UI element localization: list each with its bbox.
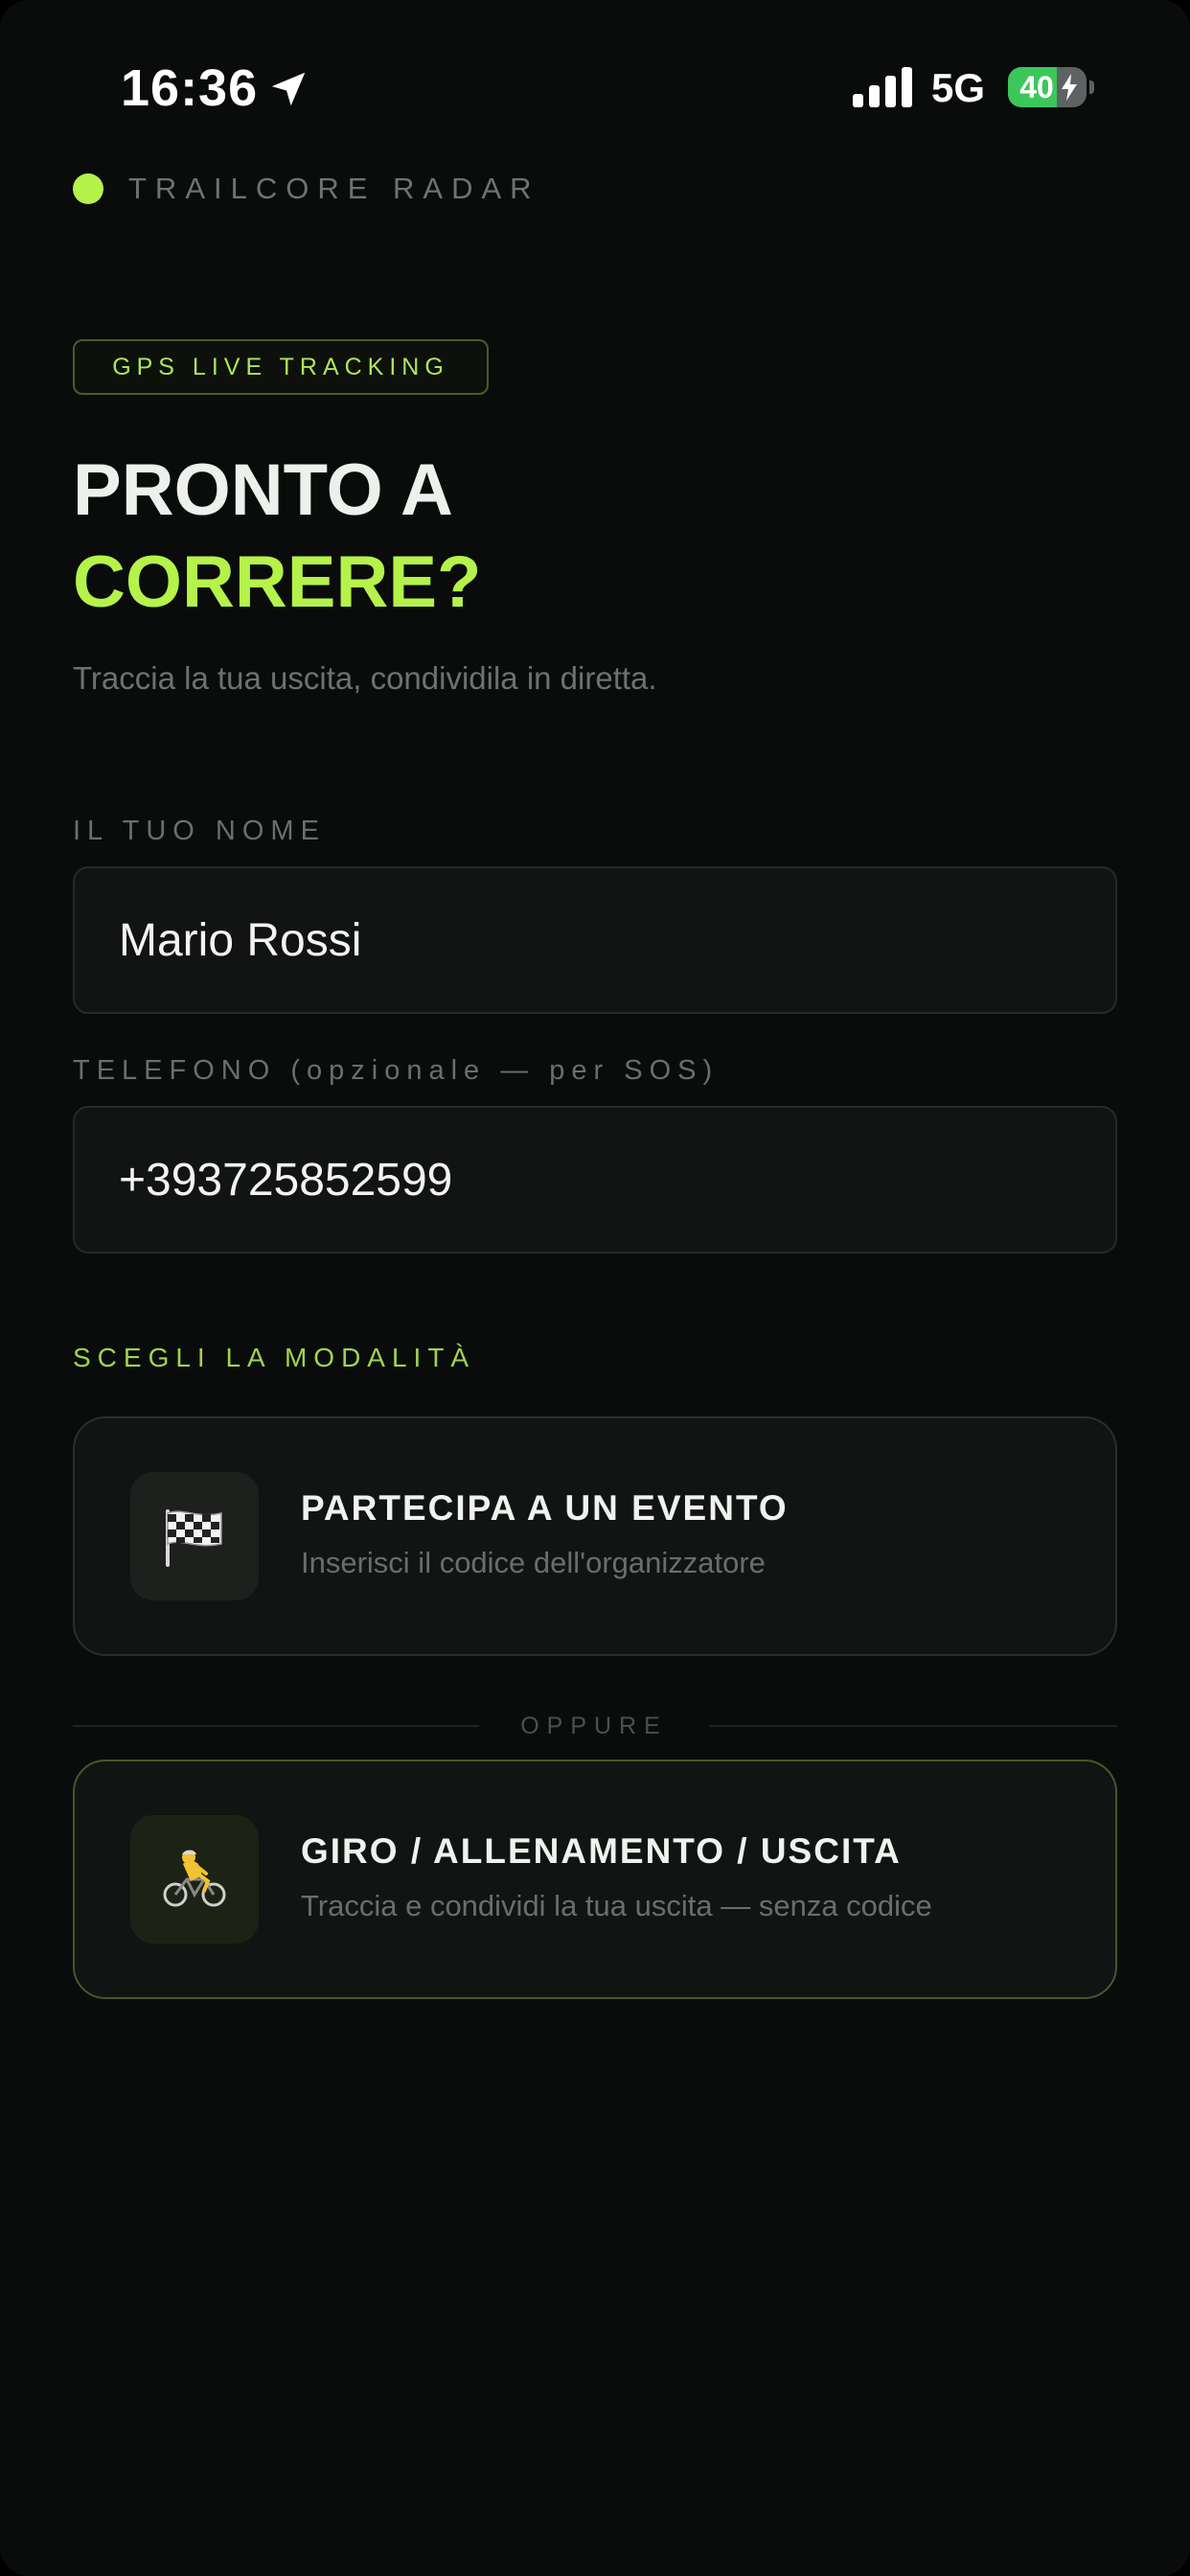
free-ride-description: Traccia e condividi la tua uscita — senz…	[301, 1889, 932, 1922]
page-title-line-2: CORRERE?	[73, 541, 482, 623]
cellular-signal-icon	[853, 67, 912, 107]
divider-label: OPPURE	[520, 1713, 668, 1739]
divider-line-left	[73, 1725, 479, 1727]
page-title-line-1: PRONTO A	[73, 449, 453, 531]
name-label: IL TUO NOME	[73, 816, 326, 846]
free-ride-card[interactable]: GIRO / ALLENAMENTO / USCITA Traccia e co…	[73, 1760, 1117, 1999]
bolt-icon	[1062, 74, 1077, 101]
battery-indicator: 40	[1008, 67, 1087, 107]
join-event-description: Inserisci il codice dell'organizzatore	[301, 1546, 766, 1579]
cyclist-icon	[163, 1850, 226, 1907]
ride-icon-box	[130, 1815, 259, 1944]
mode-section-label: SCEGLI LA MODALITÀ	[73, 1343, 476, 1372]
battery-cap	[1089, 80, 1094, 94]
checkered-flag-icon	[166, 1509, 222, 1567]
gps-tracking-badge: GPS LIVE TRACKING	[73, 339, 489, 395]
join-event-title: PARTECIPA A UN EVENTO	[301, 1488, 789, 1528]
status-time: 16:36	[121, 59, 259, 117]
location-arrow-icon	[271, 72, 306, 106]
join-event-card[interactable]: PARTECIPA A UN EVENTO Inserisci il codic…	[73, 1416, 1117, 1656]
phone-label: TELEFONO (opzionale — per SOS)	[73, 1055, 720, 1086]
phone-input[interactable]	[73, 1106, 1117, 1254]
page-subtitle: Traccia la tua uscita, condividila in di…	[73, 660, 657, 696]
network-type: 5G	[931, 65, 986, 110]
brand-status-dot	[73, 173, 103, 204]
divider-line-right	[709, 1725, 1117, 1727]
brand-name: TRAILCORE RADAR	[128, 172, 540, 205]
battery-level: 40	[1019, 70, 1054, 104]
app-screen: 16:36 5G 40 TRAILCORE RADAR GPS LIVE TRA…	[0, 0, 1190, 2576]
event-icon-box	[130, 1472, 259, 1600]
free-ride-title: GIRO / ALLENAMENTO / USCITA	[301, 1831, 902, 1871]
name-input[interactable]	[73, 866, 1117, 1014]
